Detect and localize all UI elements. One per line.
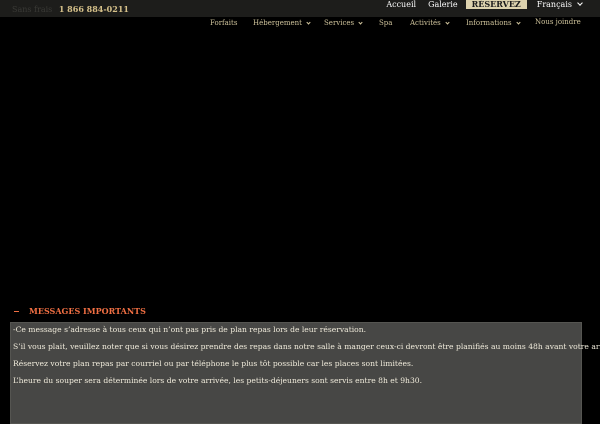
phone-number[interactable]: 1 866 884-0211 (59, 4, 129, 14)
language-label: Français (536, 0, 572, 9)
nav-item-label: Informations (466, 19, 512, 27)
message-line: -Ce message s’adresse à tous ceux qui n’… (13, 325, 367, 334)
main-nav: Forfaits Hébergement Services Spa Activi… (0, 15, 600, 31)
chevron-down-icon (577, 0, 583, 6)
accueil-link[interactable]: Accueil (380, 0, 422, 9)
reservez-button[interactable]: RÉSERVEZ (465, 0, 527, 9)
chevron-down-icon (306, 20, 311, 25)
nav-item-label: Forfaits (210, 19, 238, 27)
messages-panel: -Ce message s’adresse à tous ceux qui n’… (10, 322, 600, 424)
message-line: Réservez votre plan repas par courriel o… (13, 359, 414, 368)
language-selector[interactable]: Français (536, 0, 583, 9)
nav-item-label: Nous joindre (535, 18, 581, 26)
nav-item-nous-joindre[interactable]: Nous joindre (535, 18, 581, 27)
phone-info: Sans frais 1 866 884-0211 (12, 4, 129, 15)
nav-item-label: Hébergement (253, 19, 302, 27)
important-messages: MESSAGES IMPORTANTS -Ce message s’adress… (10, 304, 600, 424)
messages-header[interactable]: MESSAGES IMPORTANTS (10, 304, 590, 318)
galerie-link[interactable]: Galerie (422, 0, 464, 9)
nav-item-forfaits[interactable]: Forfaits (210, 19, 237, 28)
nav-item-informations[interactable]: Informations (466, 19, 521, 28)
chevron-down-icon (515, 20, 521, 25)
nav-item-label: Services (324, 19, 355, 27)
nav-item-hebergement[interactable]: Hébergement (253, 19, 311, 28)
chevron-down-icon (445, 20, 450, 25)
nav-item-label: Spa (379, 19, 393, 27)
nav-item-services[interactable]: Services (324, 19, 363, 28)
nav-item-activites[interactable]: Activités (410, 19, 450, 28)
chevron-down-icon (358, 20, 363, 25)
message-line: S’il vous plait, veuillez noter que si v… (13, 342, 600, 351)
messages-title: MESSAGES IMPORTANTS (29, 306, 146, 316)
collapse-icon (14, 310, 19, 312)
message-line: L’heure du souper sera déterminée lors d… (13, 376, 423, 385)
nav-item-label: Activités (410, 19, 441, 27)
nav-item-spa[interactable]: Spa (379, 19, 392, 28)
top-links: Accueil Galerie RÉSERVEZ Français (380, 0, 583, 9)
phone-label: Sans frais (12, 5, 53, 14)
